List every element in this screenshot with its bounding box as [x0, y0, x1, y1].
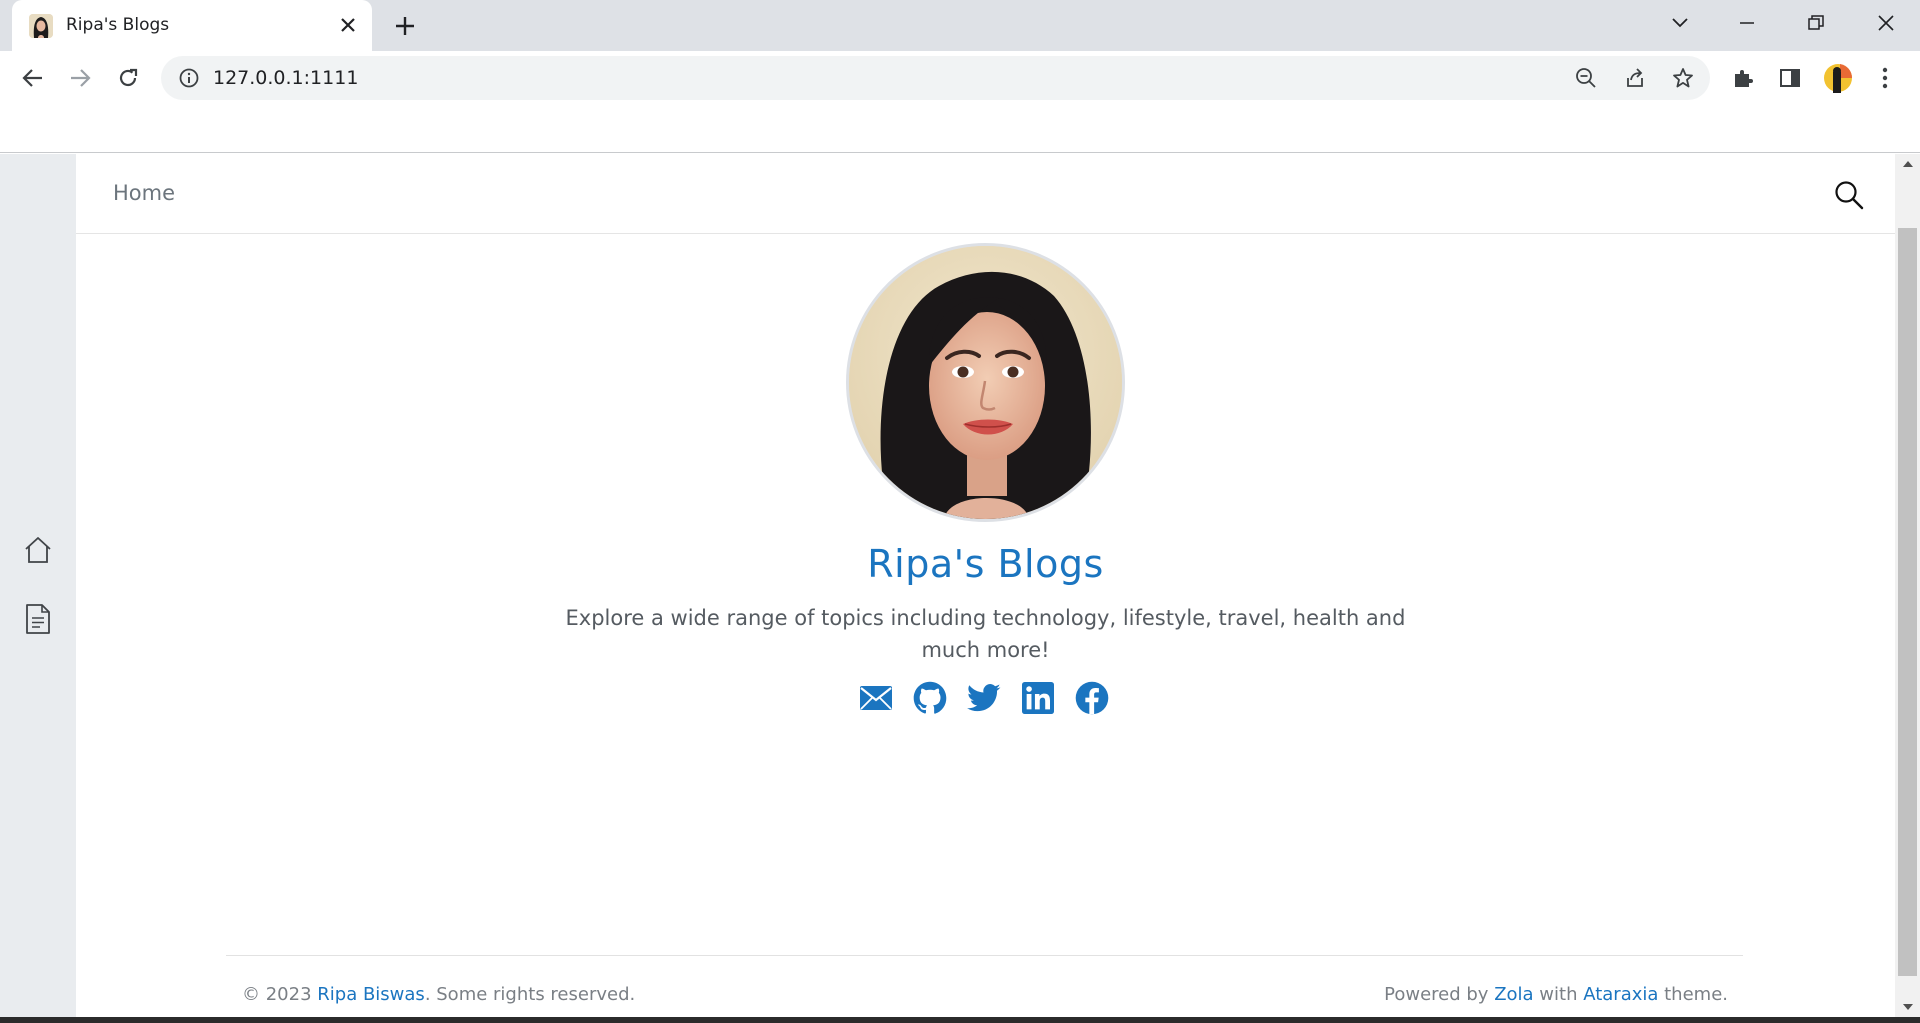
extensions-puzzle-icon[interactable]: [1728, 63, 1758, 93]
url-text[interactable]: 127.0.0.1:1111: [213, 67, 358, 89]
powered-prefix: Powered by: [1384, 984, 1495, 1005]
home-icon[interactable]: [22, 533, 54, 567]
with-text: with: [1533, 984, 1584, 1005]
close-tab-icon[interactable]: [335, 12, 361, 38]
author-avatar: [846, 243, 1125, 522]
theme-suffix: theme.: [1658, 984, 1728, 1005]
scroll-thumb[interactable]: [1898, 228, 1917, 976]
site-navbar: Home: [76, 154, 1895, 234]
zola-link[interactable]: Zola: [1494, 984, 1533, 1005]
share-icon[interactable]: [1622, 65, 1648, 91]
tab-favicon: [29, 14, 53, 38]
linkedin-icon[interactable]: [1020, 680, 1056, 716]
social-links: [858, 680, 1110, 720]
scroll-down-arrow-icon[interactable]: [1895, 997, 1920, 1017]
bookmark-bar: [0, 105, 1920, 153]
github-icon[interactable]: [912, 680, 948, 716]
left-sidebar: [0, 154, 76, 1017]
page-viewport: Home Ripa's Blogs Explore a wide range o…: [0, 154, 1920, 1017]
close-window-icon[interactable]: [1866, 8, 1906, 38]
copyright-suffix: . Some rights reserved.: [424, 984, 636, 1005]
scroll-up-arrow-icon[interactable]: [1895, 154, 1920, 174]
address-bar[interactable]: 127.0.0.1:1111: [161, 56, 1710, 100]
profile-avatar[interactable]: [1823, 63, 1853, 93]
copyright-prefix: © 2023: [242, 984, 318, 1005]
site-info-icon[interactable]: [178, 67, 200, 89]
browser-tabstrip: Ripa's Blogs: [0, 0, 1920, 51]
zoom-out-icon[interactable]: [1573, 65, 1599, 91]
search-icon[interactable]: [1832, 178, 1866, 212]
mail-icon[interactable]: [858, 680, 894, 716]
facebook-icon[interactable]: [1074, 680, 1110, 716]
browser-toolbar: 127.0.0.1:1111: [0, 51, 1920, 105]
author-link[interactable]: Ripa Biswas: [317, 984, 425, 1005]
back-arrow-icon[interactable]: [16, 61, 50, 95]
restore-icon[interactable]: [1796, 8, 1836, 38]
bookmark-star-icon[interactable]: [1670, 65, 1696, 91]
reload-icon[interactable]: [111, 61, 145, 95]
footer-copyright: © 2023 Ripa Biswas. Some rights reserved…: [242, 984, 635, 1005]
document-icon[interactable]: [22, 602, 54, 636]
tab-search-chevron-icon[interactable]: [1660, 8, 1700, 38]
site-description: Explore a wide range of topics including…: [565, 606, 1406, 662]
new-tab-icon[interactable]: [390, 11, 420, 41]
browser-tab[interactable]: Ripa's Blogs: [12, 0, 372, 51]
site-title[interactable]: Ripa's Blogs: [76, 542, 1895, 586]
nav-home-link[interactable]: Home: [113, 181, 175, 205]
tab-title: Ripa's Blogs: [66, 15, 170, 35]
twitter-icon[interactable]: [966, 680, 1002, 716]
footer-divider: [226, 955, 1743, 956]
menu-kebab-icon[interactable]: [1870, 63, 1900, 93]
theme-link[interactable]: Ataraxia: [1583, 984, 1658, 1005]
footer-powered-by: Powered by Zola with Ataraxia theme.: [1384, 984, 1728, 1005]
minimize-icon[interactable]: [1727, 8, 1767, 38]
forward-arrow-icon[interactable]: [63, 61, 97, 95]
page-scrollbar[interactable]: [1895, 154, 1920, 1017]
side-panel-icon[interactable]: [1775, 63, 1805, 93]
window-bottom-edge: [0, 1017, 1920, 1023]
